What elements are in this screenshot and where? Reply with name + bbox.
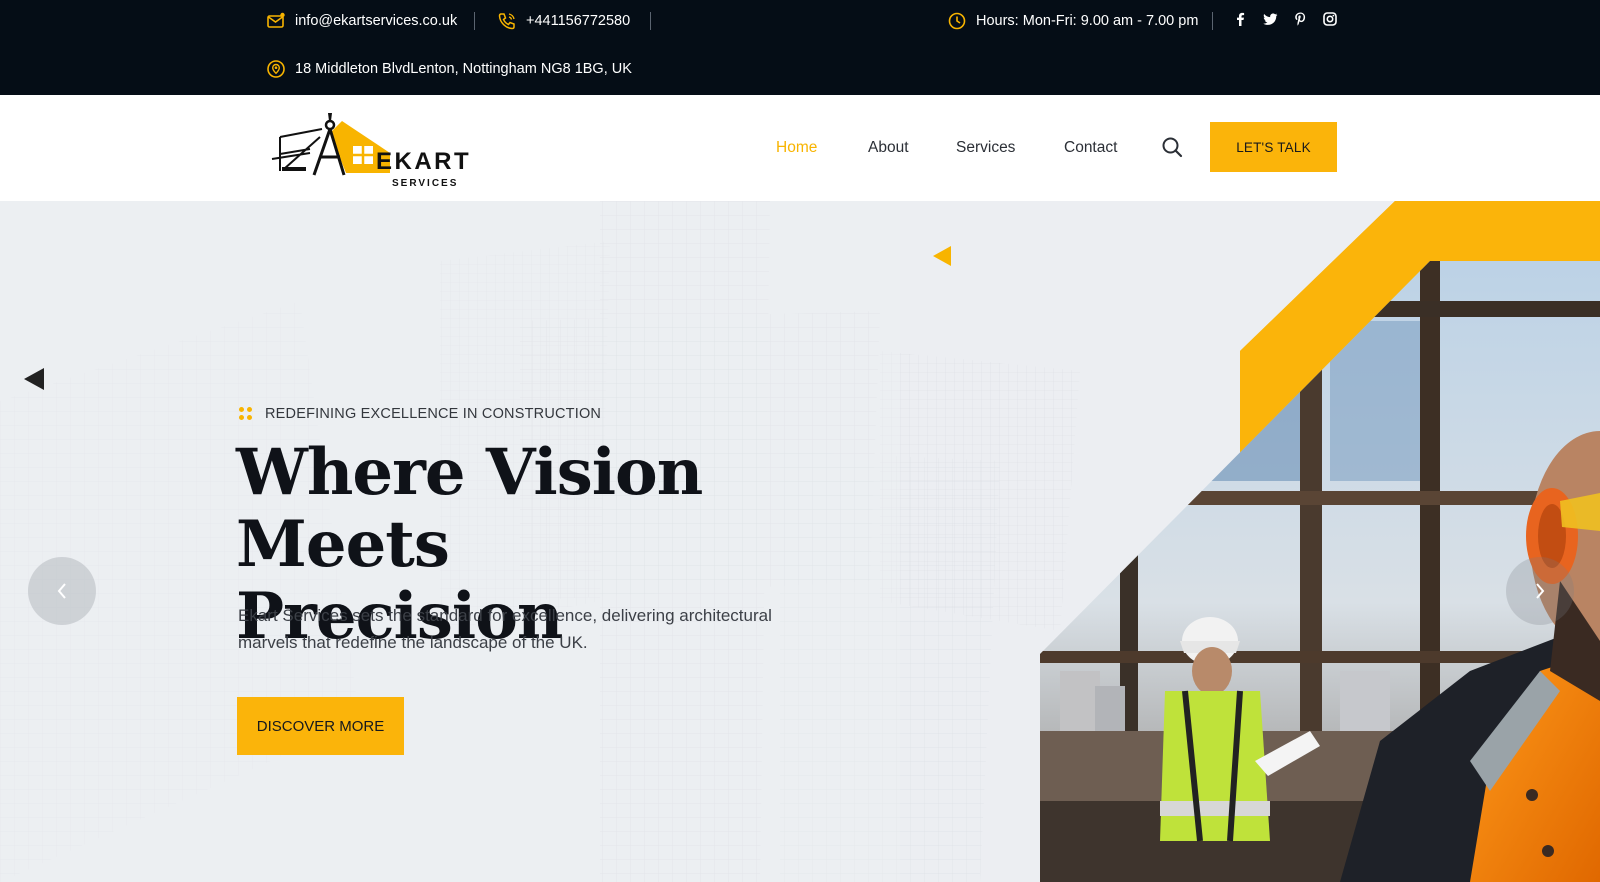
logo-text: EKART [376, 148, 471, 175]
logo-subtext: SERVICES [392, 178, 458, 189]
tagline-text: REDEFINING EXCELLENCE IN CONSTRUCTION [265, 406, 602, 422]
twitter-icon[interactable] [1262, 11, 1278, 27]
mail-icon [267, 12, 285, 28]
lets-talk-button[interactable]: LET'S TALK [1210, 122, 1337, 172]
logo[interactable]: EKART SERVICES [270, 109, 480, 191]
main-header: EKART SERVICES Home About Services Conta… [0, 95, 1600, 201]
address-text: 18 Middleton BlvdLenton, Nottingham NG8 … [295, 61, 632, 77]
hero-slider: REDEFINING EXCELLENCE IN CONSTRUCTION Wh… [0, 201, 1600, 882]
dots-icon [238, 406, 254, 422]
phone-text: +441156772580 [526, 13, 631, 29]
hero-description: Ekart Services sets the standard for exc… [238, 606, 772, 652]
nav-about[interactable]: About [868, 139, 909, 157]
address-info: 18 Middleton BlvdLenton, Nottingham NG8 … [266, 59, 632, 79]
search-icon[interactable] [1161, 136, 1183, 158]
divider [474, 12, 475, 30]
facebook-icon[interactable] [1232, 11, 1248, 27]
logo-mark: EKART SERVICES [271, 113, 471, 189]
slider-next-button[interactable] [1506, 557, 1574, 625]
email-text: info@ekartservices.co.uk [295, 13, 458, 29]
nav-home[interactable]: Home [776, 139, 817, 157]
location-icon [267, 60, 285, 78]
decor-triangle-dark [24, 368, 44, 390]
hero-title-line1: Where Vision Meets [236, 435, 703, 582]
top-bar: info@ekartservices.co.uk +441156772580 H… [0, 0, 1600, 95]
phone-link[interactable]: +441156772580 [497, 11, 630, 31]
social-links [1232, 11, 1338, 27]
email-link[interactable]: info@ekartservices.co.uk [266, 11, 457, 31]
divider [650, 12, 651, 30]
nav-services[interactable]: Services [956, 139, 1015, 157]
hero-tagline: REDEFINING EXCELLENCE IN CONSTRUCTION [238, 406, 601, 422]
instagram-icon[interactable] [1322, 11, 1338, 27]
decor-triangle-yellow [933, 246, 951, 266]
nav-contact[interactable]: Contact [1064, 139, 1117, 157]
phone-icon [498, 13, 515, 30]
pinterest-icon[interactable] [1292, 11, 1308, 27]
slider-prev-button[interactable] [28, 557, 96, 625]
divider [1212, 12, 1213, 30]
clock-icon [948, 12, 966, 30]
discover-more-button[interactable]: DISCOVER MORE [237, 697, 404, 755]
chevron-right-icon [1536, 583, 1545, 599]
hours-text: Hours: Mon-Fri: 9.00 am - 7.00 pm [976, 13, 1199, 29]
chevron-left-icon [57, 583, 66, 599]
hours-info: Hours: Mon-Fri: 9.00 am - 7.00 pm [947, 11, 1198, 31]
